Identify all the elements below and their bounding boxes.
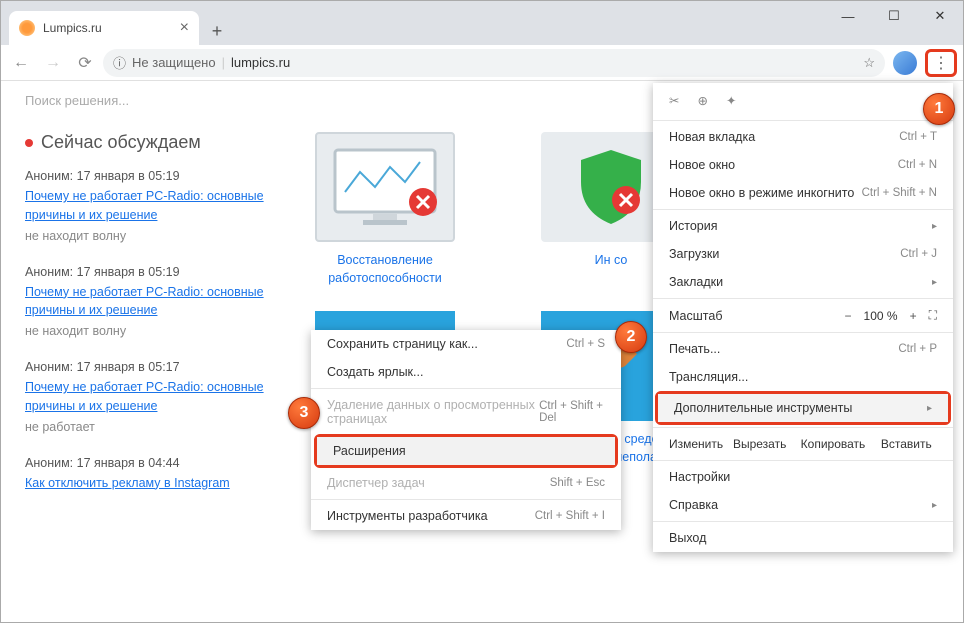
menu-settings[interactable]: Настройки bbox=[653, 463, 953, 491]
discussion-item: Аноним: 17 января в 05:19 Почему не рабо… bbox=[25, 169, 275, 243]
menu-zoom: Масштаб − 100 % + ⛶ bbox=[653, 301, 953, 330]
menu-help[interactable]: Справка▸ bbox=[653, 491, 953, 519]
window-controls: — ☐ ✕ bbox=[825, 1, 963, 31]
menu-copy[interactable]: Копировать bbox=[796, 437, 869, 451]
callout-badge-2: 2 bbox=[615, 321, 647, 353]
browser-tab[interactable]: Lumpics.ru × bbox=[9, 11, 199, 45]
discussion-link[interactable]: Почему не работает PC-Radio: основные пр… bbox=[25, 189, 264, 222]
menu-bookmarks[interactable]: Закладки▸ bbox=[653, 268, 953, 296]
site-info-icon[interactable]: ⓘ bbox=[113, 53, 126, 72]
menu-edit-row: Изменить Вырезать Копировать Вставить bbox=[653, 430, 953, 458]
forward-button: → bbox=[39, 49, 67, 77]
menu-paste[interactable]: Вставить bbox=[870, 437, 943, 451]
ext-icon[interactable]: ✂ bbox=[669, 93, 679, 108]
red-dot-icon bbox=[25, 139, 33, 147]
fullscreen-icon[interactable]: ⛶ bbox=[929, 308, 937, 323]
new-tab-button[interactable]: + bbox=[203, 17, 231, 45]
submenu-extensions-highlight: Расширения bbox=[314, 434, 618, 468]
tab-close-icon[interactable]: × bbox=[180, 19, 189, 37]
titlebar: Lumpics.ru × + — ☐ ✕ bbox=[1, 1, 963, 45]
ext-icon[interactable]: ⊕ bbox=[697, 93, 707, 108]
shield-icon bbox=[566, 142, 656, 232]
sidebar: Сейчас обсуждаем Аноним: 17 января в 05:… bbox=[25, 132, 275, 514]
menu-more-tools-highlight: Дополнительные инструменты▸ bbox=[655, 391, 951, 425]
reload-button[interactable]: ⟳ bbox=[71, 49, 99, 77]
back-button[interactable]: ← bbox=[7, 49, 35, 77]
submenu-create-shortcut[interactable]: Создать ярлык... bbox=[311, 358, 621, 386]
submenu-dev-tools[interactable]: Инструменты разработчикаCtrl + Shift + I bbox=[311, 502, 621, 530]
menu-new-tab[interactable]: Новая вкладкаCtrl + T bbox=[653, 123, 953, 151]
menu-print[interactable]: Печать...Ctrl + P bbox=[653, 335, 953, 363]
monitor-icon bbox=[325, 142, 445, 232]
submenu-clear-data[interactable]: Удаление данных о просмотренных страница… bbox=[311, 391, 621, 433]
submenu-save-page[interactable]: Сохранить страницу как...Ctrl + S bbox=[311, 330, 621, 358]
menu-cut[interactable]: Вырезать bbox=[723, 437, 796, 451]
menu-incognito[interactable]: Новое окно в режиме инкогнитоCtrl + Shif… bbox=[653, 179, 953, 207]
discussion-item: Аноним: 17 января в 05:17 Почему не рабо… bbox=[25, 360, 275, 434]
menu-new-window[interactable]: Новое окноCtrl + N bbox=[653, 151, 953, 179]
minimize-button[interactable]: — bbox=[825, 1, 871, 31]
discussion-link[interactable]: Почему не работает PC-Radio: основные пр… bbox=[25, 380, 264, 413]
card[interactable]: Восстановление работоспособности bbox=[295, 132, 475, 287]
zoom-in-button[interactable]: + bbox=[910, 309, 917, 323]
zoom-out-button[interactable]: − bbox=[845, 309, 852, 323]
favicon-icon bbox=[19, 20, 35, 36]
bookmark-star-icon[interactable]: ☆ bbox=[863, 55, 875, 71]
menu-more-tools[interactable]: Дополнительные инструменты▸ bbox=[658, 394, 948, 422]
submenu-extensions[interactable]: Расширения bbox=[317, 437, 615, 465]
tab-title: Lumpics.ru bbox=[43, 21, 172, 35]
extension-icons-row: ✂ ⊕ ✦ bbox=[653, 83, 953, 118]
menu-cast[interactable]: Трансляция... bbox=[653, 363, 953, 391]
chrome-main-menu: ✂ ⊕ ✦ Новая вкладкаCtrl + T Новое окноCt… bbox=[653, 83, 953, 552]
profile-avatar[interactable] bbox=[893, 51, 917, 75]
discussion-item: Аноним: 17 января в 05:19 Почему не рабо… bbox=[25, 265, 275, 339]
menu-downloads[interactable]: ЗагрузкиCtrl + J bbox=[653, 240, 953, 268]
omnibox[interactable]: ⓘ Не защищено | lumpics.ru ☆ bbox=[103, 49, 885, 77]
card-image bbox=[315, 132, 455, 242]
callout-badge-1: 1 bbox=[923, 93, 955, 125]
discussion-link[interactable]: Почему не работает PC-Radio: основные пр… bbox=[25, 285, 264, 318]
submenu-task-manager[interactable]: Диспетчер задачShift + Esc bbox=[311, 469, 621, 497]
menu-exit[interactable]: Выход bbox=[653, 524, 953, 552]
discussion-item: Аноним: 17 января в 04:44 Как отключить … bbox=[25, 456, 275, 493]
close-window-button[interactable]: ✕ bbox=[917, 1, 963, 31]
security-label: Не защищено bbox=[132, 55, 216, 70]
url-text: lumpics.ru bbox=[231, 55, 290, 70]
menu-history[interactable]: История▸ bbox=[653, 212, 953, 240]
zoom-level: 100 % bbox=[864, 309, 898, 323]
address-bar: ← → ⟳ ⓘ Не защищено | lumpics.ru ☆ ⋮ bbox=[1, 45, 963, 81]
chrome-menu-button[interactable]: ⋮ bbox=[925, 49, 957, 77]
discussion-link[interactable]: Как отключить рекламу в Instagram bbox=[25, 476, 230, 490]
more-tools-submenu: Сохранить страницу как...Ctrl + S Создат… bbox=[311, 330, 621, 530]
section-title: Сейчас обсуждаем bbox=[25, 132, 275, 153]
maximize-button[interactable]: ☐ bbox=[871, 1, 917, 31]
callout-badge-3: 3 bbox=[288, 397, 320, 429]
ext-icon[interactable]: ✦ bbox=[726, 93, 736, 108]
